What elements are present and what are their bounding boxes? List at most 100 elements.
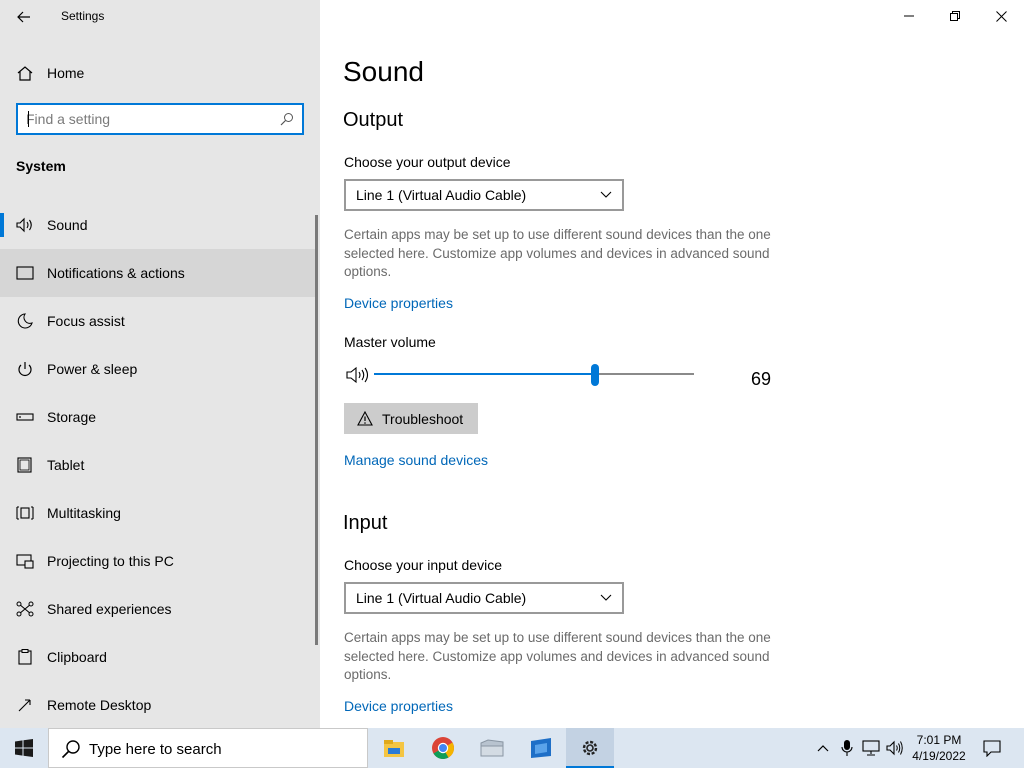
store-icon bbox=[531, 738, 551, 758]
sidebar-item-storage[interactable]: Storage bbox=[0, 393, 317, 441]
warning-icon bbox=[357, 411, 373, 426]
sidebar-item-remote-desktop[interactable]: Remote Desktop bbox=[0, 681, 317, 729]
sidebar-item-notifications[interactable]: Notifications & actions bbox=[0, 249, 317, 297]
chevron-up-icon bbox=[817, 745, 829, 752]
sidebar-item-label: Notifications & actions bbox=[47, 265, 185, 281]
tray-overflow-button[interactable] bbox=[814, 728, 832, 768]
back-button[interactable] bbox=[10, 4, 38, 30]
sidebar-item-label: Clipboard bbox=[47, 649, 107, 665]
output-description: Certain apps may be set up to use differ… bbox=[344, 227, 771, 279]
clock-time: 7:01 PM bbox=[916, 733, 962, 747]
minimize-icon bbox=[904, 15, 914, 17]
multitasking-icon bbox=[16, 506, 34, 520]
output-device-dropdown[interactable]: Line 1 (Virtual Audio Cable) bbox=[344, 179, 624, 211]
input-device-properties-link[interactable]: Device properties bbox=[344, 698, 453, 714]
troubleshoot-button[interactable]: Troubleshoot bbox=[344, 403, 478, 434]
volume-icon bbox=[886, 740, 903, 756]
chevron-down-icon bbox=[600, 594, 612, 601]
app-title: Settings bbox=[61, 9, 105, 23]
windows-logo-icon bbox=[15, 739, 33, 757]
action-center-button[interactable] bbox=[978, 728, 1006, 768]
page-title: Sound bbox=[343, 56, 424, 87]
taskbar-settings[interactable] bbox=[566, 728, 614, 768]
sidebar-item-projecting[interactable]: Projecting to this PC bbox=[0, 537, 317, 585]
back-arrow-icon bbox=[17, 11, 30, 23]
slider-fill bbox=[374, 373, 595, 375]
sidebar-item-focus-assist[interactable]: Focus assist bbox=[0, 297, 317, 345]
home-label: Home bbox=[47, 65, 85, 81]
sidebar-item-sound[interactable]: Sound bbox=[0, 201, 317, 249]
search-input[interactable] bbox=[26, 109, 276, 129]
chevron-down-icon bbox=[600, 191, 612, 198]
manage-sound-devices-link[interactable]: Manage sound devices bbox=[344, 452, 488, 468]
clock-date: 4/19/2022 bbox=[912, 749, 966, 763]
sidebar-item-label: Shared experiences bbox=[47, 601, 172, 617]
taskbar-store[interactable] bbox=[517, 728, 565, 768]
input-heading: Input bbox=[343, 512, 388, 534]
taskbar-clock[interactable]: 7:01 PM 4/19/2022 bbox=[910, 732, 968, 764]
input-device-label: Choose your input device bbox=[344, 557, 502, 573]
sidebar-item-label: Focus assist bbox=[47, 313, 125, 329]
home-nav-item[interactable]: Home bbox=[0, 56, 320, 90]
tray-microphone[interactable] bbox=[838, 728, 856, 768]
text-caret bbox=[28, 111, 29, 127]
network-icon bbox=[862, 740, 880, 756]
sidebar-item-label: Multitasking bbox=[47, 505, 121, 521]
selected-indicator bbox=[0, 213, 4, 237]
output-device-properties-link[interactable]: Device properties bbox=[344, 295, 453, 311]
sidebar-item-label: Sound bbox=[47, 217, 88, 233]
taskbar-folder[interactable] bbox=[468, 728, 516, 768]
taskbar-chrome[interactable] bbox=[419, 728, 467, 768]
master-volume-label: Master volume bbox=[344, 334, 436, 350]
input-device-dropdown[interactable]: Line 1 (Virtual Audio Cable) bbox=[344, 582, 624, 614]
power-icon bbox=[18, 362, 32, 376]
notifications-icon bbox=[16, 266, 34, 280]
find-setting-search[interactable] bbox=[16, 103, 304, 135]
search-icon bbox=[61, 740, 80, 759]
moon-icon bbox=[17, 313, 33, 329]
input-device-value: Line 1 (Virtual Audio Cable) bbox=[356, 590, 527, 606]
home-icon bbox=[17, 66, 33, 81]
taskbar-search[interactable]: Type here to search bbox=[48, 728, 368, 768]
sidebar-item-power-sleep[interactable]: Power & sleep bbox=[0, 345, 317, 393]
slider-thumb[interactable] bbox=[590, 364, 599, 386]
troubleshoot-label: Troubleshoot bbox=[382, 411, 464, 427]
taskbar-search-placeholder: Type here to search bbox=[89, 741, 222, 758]
section-title: System bbox=[16, 158, 66, 174]
sidebar-item-tablet[interactable]: Tablet bbox=[0, 441, 317, 489]
action-center-icon bbox=[983, 739, 1001, 757]
sidebar: Settings Home System Sound Notifications… bbox=[0, 0, 320, 728]
shared-experiences-icon bbox=[16, 601, 34, 617]
tray-volume[interactable] bbox=[884, 728, 906, 768]
taskbar-file-explorer[interactable] bbox=[370, 728, 418, 768]
sidebar-item-multitasking[interactable]: Multitasking bbox=[0, 489, 317, 537]
output-heading: Output bbox=[343, 109, 404, 131]
remote-desktop-icon bbox=[18, 699, 31, 712]
output-device-label: Choose your output device bbox=[344, 154, 511, 170]
storage-icon bbox=[16, 413, 34, 421]
volume-value: 69 bbox=[751, 369, 772, 389]
speaker-icon bbox=[16, 217, 32, 233]
chrome-icon bbox=[432, 737, 454, 759]
projecting-icon bbox=[16, 554, 34, 569]
folder-icon bbox=[480, 739, 504, 757]
speaker-icon[interactable] bbox=[346, 366, 370, 384]
sidebar-item-label: Storage bbox=[47, 409, 97, 425]
master-volume-slider[interactable] bbox=[374, 364, 694, 386]
sidebar-item-clipboard[interactable]: Clipboard bbox=[0, 633, 317, 681]
tray-network[interactable] bbox=[860, 728, 882, 768]
input-description: Certain apps may be set up to use differ… bbox=[344, 630, 771, 682]
microphone-icon bbox=[841, 740, 853, 756]
search-icon[interactable] bbox=[280, 112, 294, 126]
minimize-button[interactable] bbox=[886, 0, 932, 32]
restore-icon bbox=[950, 11, 960, 21]
close-button[interactable] bbox=[978, 0, 1024, 32]
sidebar-scrollbar[interactable] bbox=[315, 215, 318, 645]
start-button[interactable] bbox=[0, 728, 48, 768]
sidebar-item-label: Remote Desktop bbox=[47, 697, 152, 713]
sidebar-item-shared-experiences[interactable]: Shared experiences bbox=[0, 585, 317, 633]
file-explorer-icon bbox=[384, 740, 404, 757]
taskbar: Type here to search 7:01 PM 4/19/2022 bbox=[0, 728, 1024, 768]
close-icon bbox=[995, 10, 1007, 22]
restore-button[interactable] bbox=[932, 0, 978, 32]
